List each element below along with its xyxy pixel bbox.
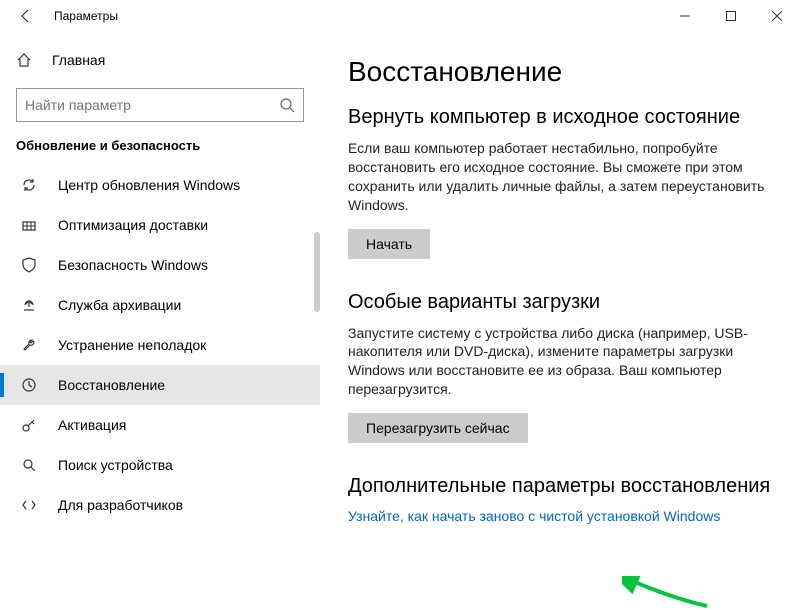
reset-title: Вернуть компьютер в исходное состояние bbox=[348, 106, 772, 129]
maximize-icon bbox=[726, 11, 736, 21]
startup-title: Особые варианты загрузки bbox=[348, 291, 772, 314]
nav-label: Центр обновления Windows bbox=[58, 177, 240, 193]
maximize-button[interactable] bbox=[708, 0, 754, 32]
home-icon bbox=[16, 52, 34, 68]
nav-activation[interactable]: Активация bbox=[0, 405, 320, 445]
nav-delivery-optimization[interactable]: Оптимизация доставки bbox=[0, 205, 320, 245]
section-title: Обновление и безопасность bbox=[0, 138, 320, 165]
titlebar: Параметры bbox=[0, 0, 800, 32]
nav-developers[interactable]: Для разработчиков bbox=[0, 485, 320, 525]
minimize-button[interactable] bbox=[662, 0, 708, 32]
search-input[interactable] bbox=[25, 97, 279, 113]
find-icon bbox=[20, 456, 38, 474]
restart-button[interactable]: Перезагрузить сейчас bbox=[348, 413, 528, 443]
nav-label: Безопасность Windows bbox=[58, 257, 208, 273]
close-button[interactable] bbox=[754, 0, 800, 32]
minimize-icon bbox=[680, 11, 690, 21]
main-content: Восстановление Вернуть компьютер в исход… bbox=[320, 32, 800, 610]
nav-label: Поиск устройства bbox=[58, 457, 173, 473]
back-button[interactable] bbox=[16, 6, 36, 26]
search-box[interactable] bbox=[16, 88, 304, 122]
nav-label: Служба архивации bbox=[58, 297, 181, 313]
window-controls bbox=[662, 0, 800, 32]
sidebar: Главная Обновление и безопасность Центр … bbox=[0, 32, 320, 610]
fresh-start-link[interactable]: Узнайте, как начать заново с чистой уста… bbox=[348, 508, 720, 524]
nav-list: Центр обновления Windows Оптимизация дос… bbox=[0, 165, 320, 525]
arrow-left-icon bbox=[18, 8, 34, 24]
wrench-icon bbox=[20, 336, 38, 354]
window-title: Параметры bbox=[54, 9, 662, 23]
nav-windows-update[interactable]: Центр обновления Windows bbox=[0, 165, 320, 205]
backup-icon bbox=[20, 296, 38, 314]
nav-label: Для разработчиков bbox=[58, 497, 183, 513]
nav-label: Восстановление bbox=[58, 377, 165, 393]
code-icon bbox=[20, 496, 38, 514]
delivery-icon bbox=[20, 216, 38, 234]
nav-recovery[interactable]: Восстановление bbox=[0, 365, 320, 405]
nav-find-device[interactable]: Поиск устройства bbox=[0, 445, 320, 485]
more-title: Дополнительные параметры восстановления bbox=[348, 475, 772, 498]
home-label: Главная bbox=[52, 52, 105, 68]
startup-body: Запустите систему с устройства либо диск… bbox=[348, 324, 772, 400]
close-icon bbox=[772, 11, 782, 21]
reset-body: Если ваш компьютер работает нестабильно,… bbox=[348, 139, 772, 215]
recovery-icon bbox=[20, 376, 38, 394]
nav-label: Оптимизация доставки bbox=[58, 217, 208, 233]
nav-backup[interactable]: Служба архивации bbox=[0, 285, 320, 325]
sidebar-scrollbar[interactable] bbox=[314, 232, 320, 312]
sync-icon bbox=[20, 176, 38, 194]
home-button[interactable]: Главная bbox=[0, 44, 320, 76]
nav-label: Устранение неполадок bbox=[58, 337, 206, 353]
nav-label: Активация bbox=[58, 417, 126, 433]
nav-troubleshoot[interactable]: Устранение неполадок bbox=[0, 325, 320, 365]
reset-button[interactable]: Начать bbox=[348, 229, 430, 259]
page-title: Восстановление bbox=[348, 56, 772, 88]
nav-windows-security[interactable]: Безопасность Windows bbox=[0, 245, 320, 285]
shield-icon bbox=[20, 256, 38, 274]
key-icon bbox=[20, 416, 38, 434]
search-icon bbox=[279, 97, 295, 113]
